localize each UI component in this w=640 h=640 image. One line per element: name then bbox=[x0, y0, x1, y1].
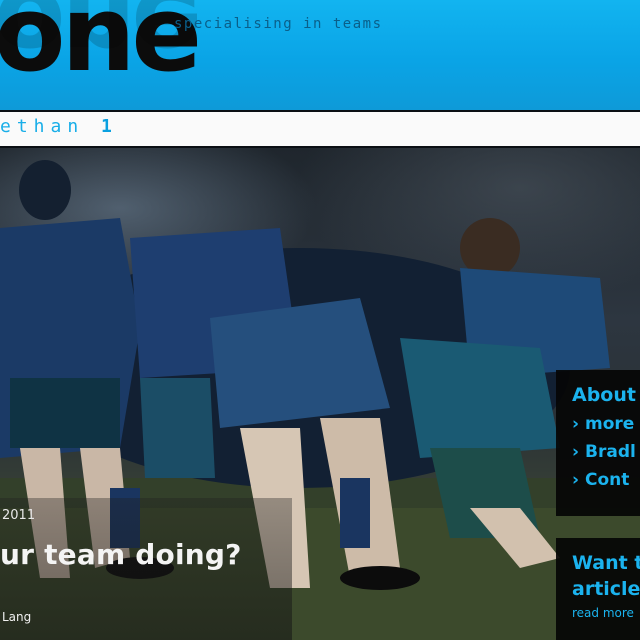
sock-shape bbox=[340, 478, 370, 548]
read-more-link[interactable]: read more bbox=[572, 606, 634, 620]
article-author: Lang bbox=[2, 610, 32, 624]
about-link-label: Cont bbox=[585, 470, 630, 490]
chevron-right-icon: › bbox=[572, 414, 580, 434]
about-link-more[interactable]: › more bbox=[572, 414, 634, 434]
about-panel: About › more › Bradl › Cont bbox=[556, 370, 640, 516]
site-tagline: specialising in teams bbox=[174, 16, 383, 32]
about-title: About bbox=[572, 384, 636, 406]
about-link-label: more bbox=[585, 414, 635, 434]
subheader-wordmark: ethan 1 bbox=[0, 116, 118, 137]
chevron-right-icon: › bbox=[572, 442, 580, 462]
chevron-right-icon: › bbox=[572, 470, 580, 490]
about-link-label: Bradl bbox=[585, 442, 636, 462]
cta-line-2: article bbox=[572, 578, 640, 600]
cta-line-1: Want t bbox=[572, 552, 640, 574]
site-header: one one specialising in teams bbox=[0, 0, 640, 110]
cta-panel: Want t article read more bbox=[556, 538, 640, 640]
site-logo-reflection: one bbox=[0, 0, 199, 87]
boot-shape bbox=[340, 566, 420, 590]
featured-article[interactable]: 2011 ur team doing? Lang bbox=[0, 498, 292, 640]
about-link-contact[interactable]: › Cont bbox=[572, 470, 629, 490]
wordmark-prefix: ethan bbox=[0, 116, 85, 137]
article-headline[interactable]: ur team doing? bbox=[0, 538, 242, 571]
about-link-bradl[interactable]: › Bradl bbox=[572, 442, 636, 462]
article-date: 2011 bbox=[2, 508, 36, 523]
wordmark-suffix: 1 bbox=[101, 116, 118, 137]
